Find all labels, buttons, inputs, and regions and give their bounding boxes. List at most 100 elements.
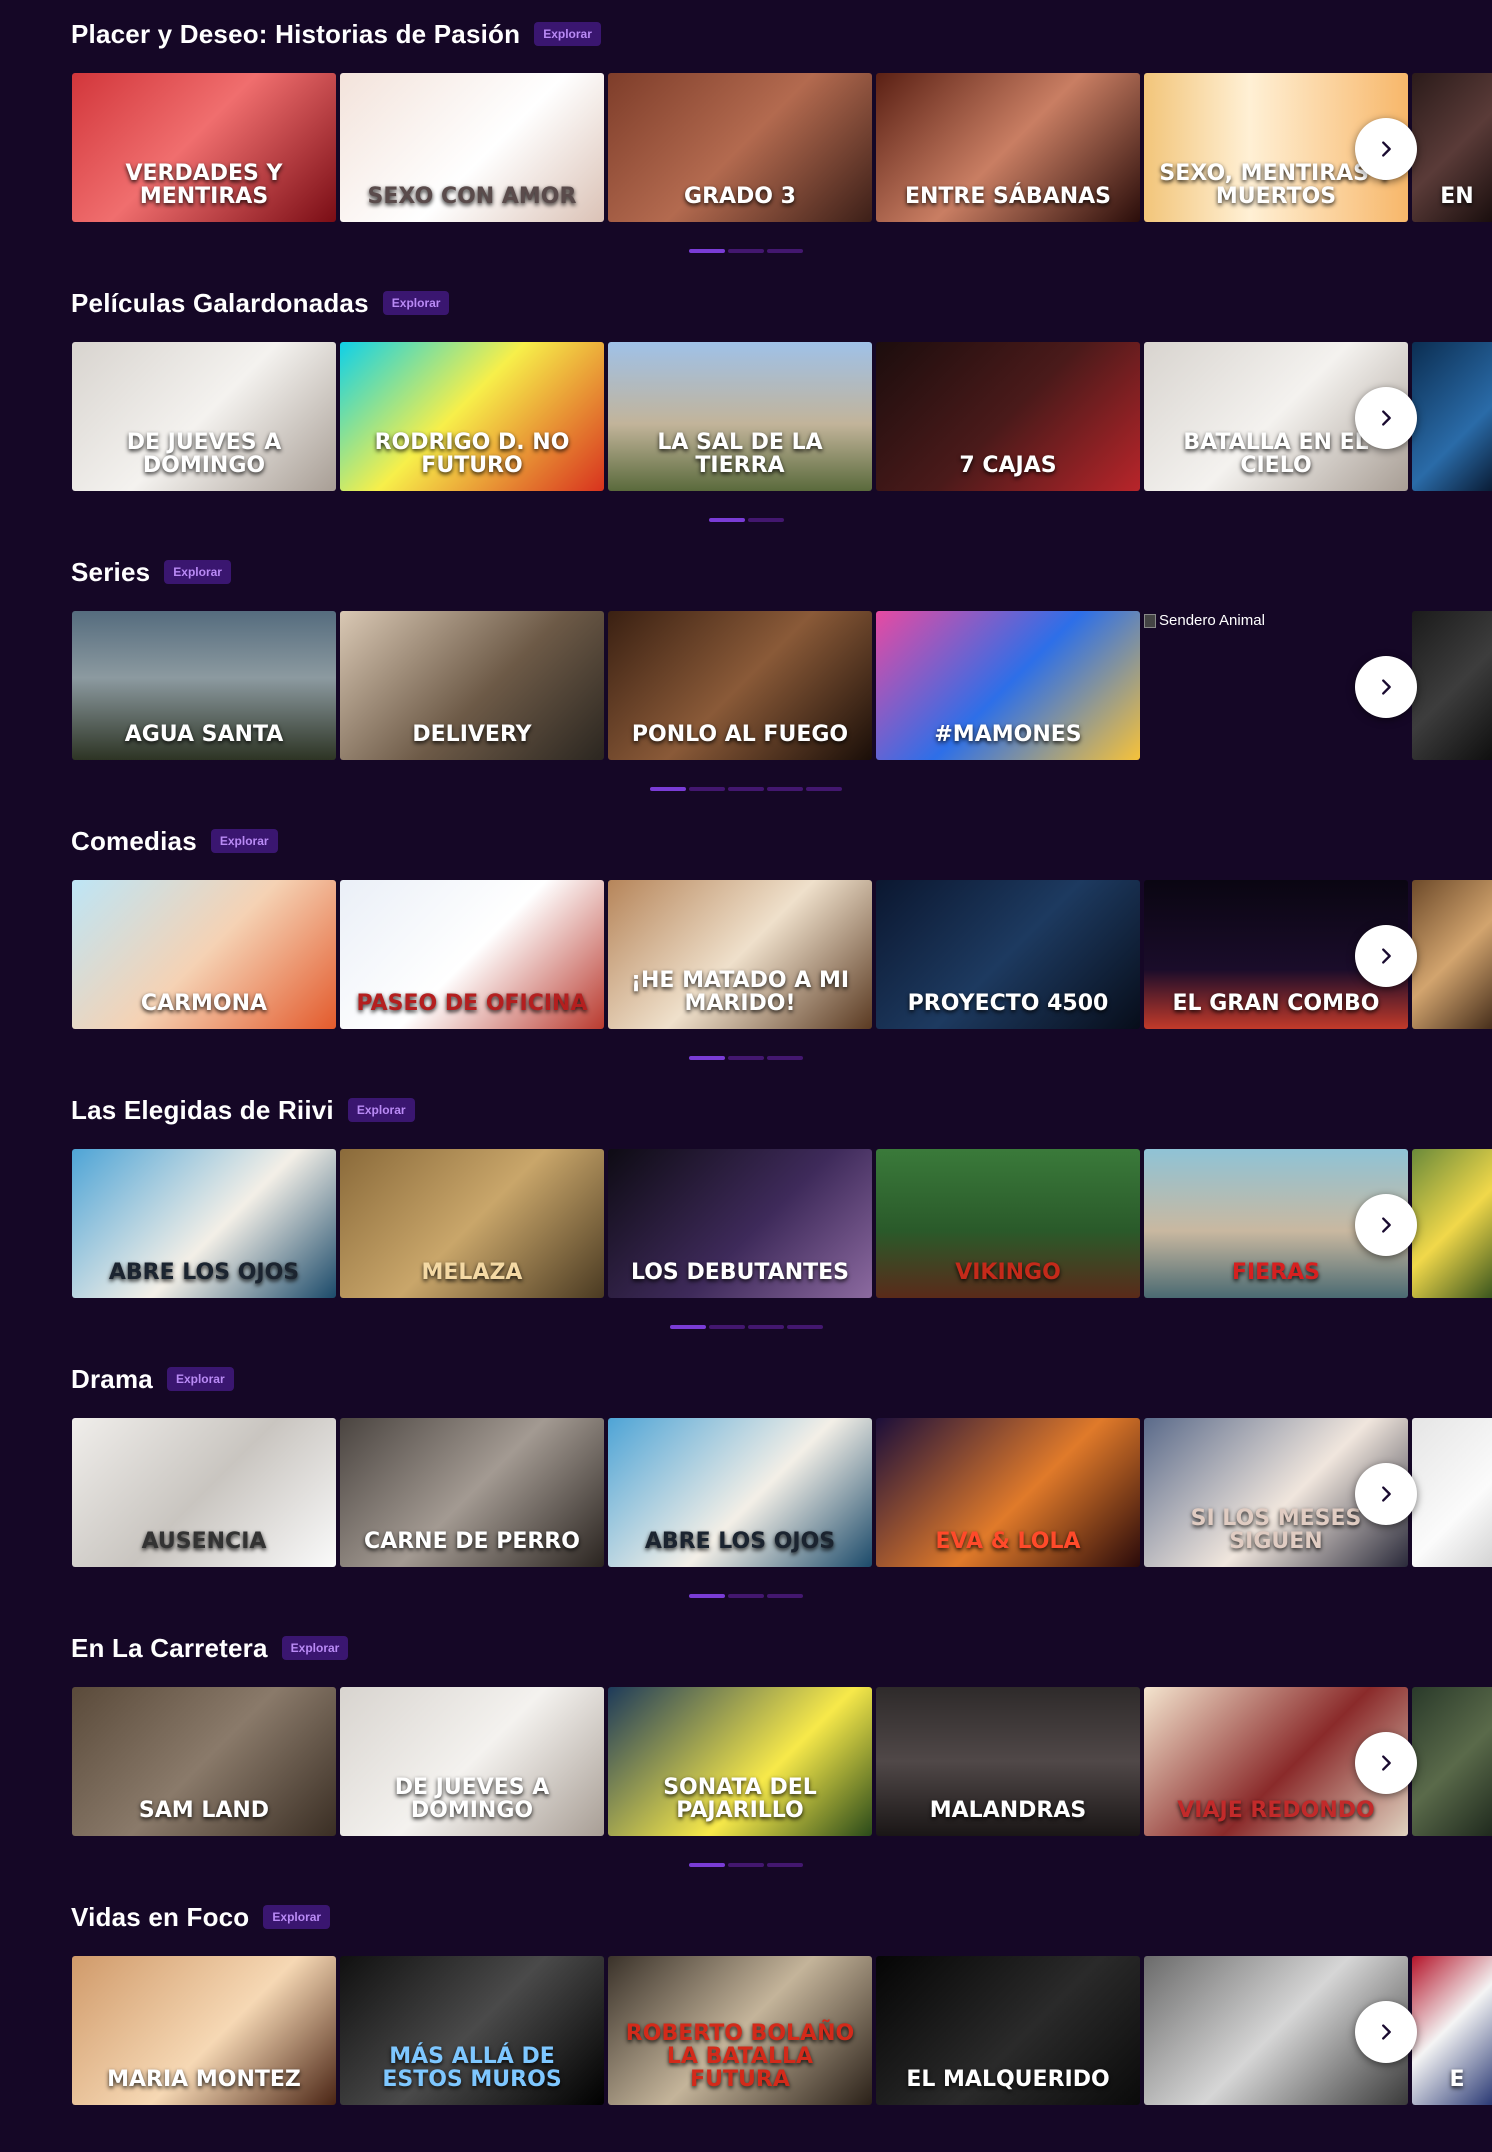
next-arrow-button[interactable] [1355, 1463, 1417, 1525]
pagination-dot[interactable] [728, 787, 764, 791]
explore-button[interactable]: Explorar [281, 1636, 349, 1660]
title-card[interactable]: ABRE LOS OJOS [608, 1418, 872, 1567]
chevron-right-icon [1382, 1755, 1391, 1771]
next-arrow-button[interactable] [1355, 387, 1417, 449]
pagination-dot[interactable] [787, 1325, 823, 1329]
title-card[interactable]: ENTRE SÁBANAS [876, 73, 1140, 222]
title-card[interactable] [1412, 880, 1492, 1029]
title-card[interactable]: MALANDRAS [876, 1687, 1140, 1836]
title-card[interactable]: ¡HE MATADO A MI MARIDO! [608, 880, 872, 1029]
content-row: Placer y Deseo: Historias de Pasión Explo… [0, 0, 1492, 269]
pagination-dot[interactable] [689, 1594, 725, 1598]
card-title: AUSENCIA [141, 1528, 267, 1554]
card-title: EL MALQUERIDO [906, 2066, 1110, 2092]
pagination-dot[interactable] [709, 1325, 745, 1329]
title-card[interactable]: VIKINGO [876, 1149, 1140, 1298]
title-card[interactable]: PROYECTO 4500 [876, 880, 1140, 1029]
pagination-dot[interactable] [689, 1863, 725, 1867]
title-card[interactable]: RODRIGO D. NO FUTURO [340, 342, 604, 491]
card-title: más allá de estos muros [382, 2043, 562, 2092]
title-card[interactable]: MARIA MONTEZ [72, 1956, 336, 2105]
title-card[interactable]: DELIVERY [340, 611, 604, 760]
pagination-dot[interactable] [767, 249, 803, 253]
card-title: PONLO AL FUEGO [631, 721, 849, 747]
title-card[interactable]: LOS DEBUTANTES [608, 1149, 872, 1298]
pagination-dot[interactable] [650, 787, 686, 791]
pagination-dot[interactable] [728, 1594, 764, 1598]
title-card[interactable] [1412, 342, 1492, 491]
pagination-dot[interactable] [748, 518, 784, 522]
pagination-dot[interactable] [670, 1325, 706, 1329]
title-card[interactable]: LA SAL DE LA TIERRA [608, 342, 872, 491]
next-arrow-button[interactable] [1355, 1194, 1417, 1256]
card-title: DELIVERY [412, 721, 532, 747]
title-card[interactable]: SONATA DEL PAJARILLO [608, 1687, 872, 1836]
card-title: SONATA DEL PAJARILLO [663, 1774, 817, 1823]
row-title: Vidas en Foco [71, 1901, 250, 1932]
pagination-dot[interactable] [728, 249, 764, 253]
title-card[interactable]: GRADO 3 [608, 73, 872, 222]
card-title: DE JUEVES A DOMINGO [126, 429, 282, 478]
title-card[interactable]: CARNE DE PERRO [340, 1418, 604, 1567]
title-card[interactable]: Eva & Lola [876, 1418, 1140, 1567]
content-row: Drama Explorar AUSENCIA CARNE DE PERRO ABRE … [0, 1345, 1492, 1614]
pagination-dot[interactable] [806, 787, 842, 791]
title-card[interactable]: MELAZA [340, 1149, 604, 1298]
title-card[interactable]: AGUA SANTA [72, 611, 336, 760]
row-title: Las Elegidas de Riivi [71, 1094, 334, 1125]
explore-button[interactable]: Explorar [382, 291, 450, 315]
title-card[interactable]: 7 CAJAS [876, 342, 1140, 491]
title-card[interactable]: E [1412, 1956, 1492, 2105]
explore-button[interactable]: Explorar [534, 22, 601, 46]
title-card[interactable]: PONLO AL FUEGO [608, 611, 872, 760]
title-card[interactable] [1412, 1149, 1492, 1298]
pagination-dot[interactable] [709, 518, 745, 522]
pagination-dot[interactable] [689, 787, 725, 791]
row-title: Series [71, 556, 151, 587]
title-card[interactable] [1412, 1687, 1492, 1836]
explore-button[interactable]: Explorar [164, 560, 231, 584]
chevron-right-icon [1382, 1486, 1391, 1502]
title-card[interactable]: PASEO DE OFICINA [340, 880, 604, 1029]
title-card[interactable]: DE JUEVES A DOMINGO [340, 1687, 604, 1836]
title-card[interactable]: DE JUEVES A DOMINGO [72, 342, 336, 491]
title-card[interactable]: EN [1412, 73, 1492, 222]
pagination-dot[interactable] [748, 1325, 784, 1329]
card-title: EL GRAN COMBO [1172, 990, 1380, 1016]
row-header: Vidas en Foco Explorar [71, 1899, 331, 1935]
pagination-dot[interactable] [767, 1056, 803, 1060]
title-card[interactable]: AUSENCIA [72, 1418, 336, 1567]
card-title: Sendero Animal [1159, 612, 1265, 629]
next-arrow-button[interactable] [1355, 925, 1417, 987]
title-card[interactable] [1412, 1418, 1492, 1567]
pagination-dot[interactable] [689, 1056, 725, 1060]
pagination-dot[interactable] [689, 249, 725, 253]
next-arrow-button[interactable] [1355, 1732, 1417, 1794]
title-card[interactable]: ABRE LOS OJOS [72, 1149, 336, 1298]
title-card[interactable]: EL MALQUERIDO [876, 1956, 1140, 2105]
title-card[interactable]: ROBERTO BOLAÑO LA BATALLA FUTURA [608, 1956, 872, 2105]
pagination-dot[interactable] [767, 1863, 803, 1867]
next-arrow-button[interactable] [1355, 656, 1417, 718]
title-card[interactable]: SAM LAND [72, 1687, 336, 1836]
chevron-right-icon [1382, 1217, 1391, 1233]
next-arrow-button[interactable] [1355, 2001, 1417, 2063]
explore-button[interactable]: Explorar [263, 1905, 331, 1929]
title-card[interactable]: SEXO con amor [340, 73, 604, 222]
explore-button[interactable]: Explorar [347, 1098, 415, 1122]
card-title: 7 CAJAS [959, 452, 1057, 478]
pagination-dot[interactable] [728, 1056, 764, 1060]
pagination-dots [0, 1325, 1492, 1329]
title-card[interactable] [1412, 611, 1492, 760]
pagination-dot[interactable] [767, 787, 803, 791]
row-title: Comedias [71, 825, 197, 856]
title-card[interactable]: más allá de estos muros [340, 1956, 604, 2105]
pagination-dot[interactable] [728, 1863, 764, 1867]
explore-button[interactable]: Explorar [210, 829, 278, 853]
title-card[interactable]: VERDADES Y MENTIRAS [72, 73, 336, 222]
title-card[interactable]: #MAMONES [876, 611, 1140, 760]
pagination-dot[interactable] [767, 1594, 803, 1598]
title-card[interactable]: CARMONA [72, 880, 336, 1029]
next-arrow-button[interactable] [1355, 118, 1417, 180]
explore-button[interactable]: Explorar [166, 1367, 234, 1391]
